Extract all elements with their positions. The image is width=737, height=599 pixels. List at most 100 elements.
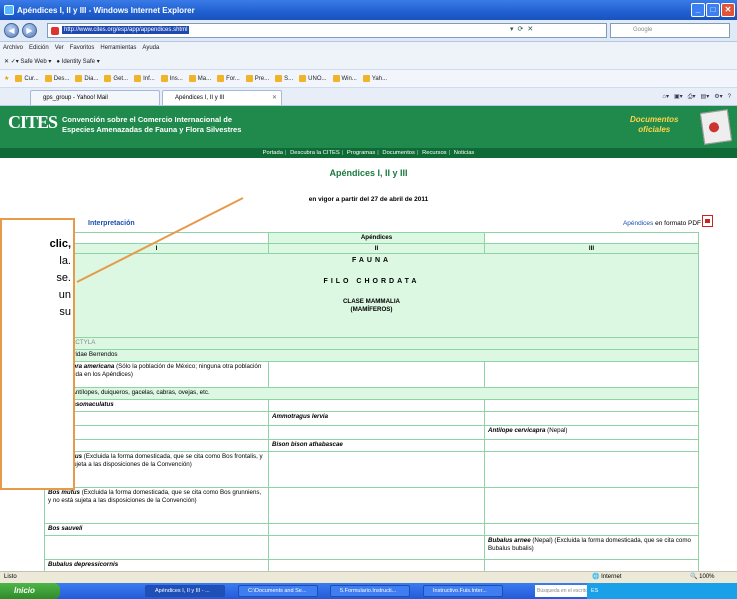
species-cell: Bubalus arnee (Nepal) (Excluida la forma… (484, 535, 699, 561)
favorites-star-icon[interactable]: ★ (4, 70, 9, 87)
family-row: Bovidae Antílopes, duiqueros, gacelas, c… (44, 387, 699, 401)
tab-bar: gps_group - Yahoo! Mail Apéndices I, II … (0, 88, 737, 106)
menu-bar: Archivo Edición Ver Favoritos Herramient… (0, 42, 737, 55)
favorite-item[interactable]: Pre... (245, 70, 269, 87)
favorite-item[interactable]: S... (275, 70, 293, 87)
site-favicon-icon (51, 27, 59, 35)
favorite-item[interactable]: Win... (332, 70, 357, 87)
interpretation-link[interactable]: Interpretación (88, 220, 135, 227)
nav-programas[interactable]: Programas (347, 150, 375, 156)
help-icon[interactable]: ? (728, 94, 731, 100)
site-navigation: Portada | Descubra la CITES | Programas | D… (0, 148, 737, 158)
species-cell: Bison bison athabascae (268, 439, 485, 453)
safeweb-button[interactable]: Safe Web (20, 59, 46, 65)
menu-archivo[interactable]: Archivo (3, 42, 23, 55)
tab-yahoo-mail[interactable]: gps_group - Yahoo! Mail (30, 90, 160, 105)
window-title: Apéndices I, II y III - Windows Internet… (17, 5, 195, 15)
appendices-pdf-link[interactable]: Apéndices (623, 220, 653, 227)
favorites-bar: ★ Cur... Des... Dia... Get... Inf... Ins… (0, 70, 737, 88)
maximize-button[interactable]: □ (706, 3, 720, 17)
taskbar-item[interactable]: Apéndices I, II y III - ... (145, 585, 225, 597)
window-titlebar: Apéndices I, II y III - Windows Internet… (0, 0, 737, 20)
pdf-link-text: Apéndices en formato PDF (622, 220, 701, 227)
stop-icon[interactable]: ✕ (527, 25, 533, 33)
favorite-item[interactable]: Inf... (134, 70, 155, 87)
cites-logo[interactable]: CITES (8, 112, 58, 140)
nav-noticias[interactable]: Noticias (454, 150, 475, 156)
official-documents-link[interactable]: Documentos oficiales (630, 115, 678, 135)
menu-favoritos[interactable]: Favoritos (70, 42, 95, 55)
favorite-item[interactable]: UNO... (299, 70, 327, 87)
home-icon[interactable]: ⌂▾ (662, 94, 669, 100)
close-button[interactable]: ✕ (721, 3, 735, 17)
col-header-iii: III (484, 242, 699, 255)
status-text: Listo (4, 574, 17, 580)
table-header: Apéndices (268, 232, 485, 244)
taskbar: Inicio Apéndices I, II y III - ... C:\Do… (0, 583, 737, 599)
refresh-icon[interactable]: ⟳ (518, 25, 524, 33)
menu-ayuda[interactable]: Ayuda (142, 42, 159, 55)
pdf-icon[interactable] (702, 215, 713, 227)
menu-ver[interactable]: Ver (55, 42, 64, 55)
favorite-item[interactable]: For... (217, 70, 240, 87)
address-bar: ◀ ▶ http://www.cites.org/esp/app/appendi… (0, 20, 737, 42)
col-header-i: I (44, 242, 269, 255)
close-tab-icon[interactable]: ✕ (272, 91, 277, 105)
menu-herramientas[interactable]: Herramientas (100, 42, 136, 55)
favorite-item[interactable]: Ins... (160, 70, 183, 87)
page-title: Apéndices I, II y III (329, 168, 408, 178)
species-cell: Bos mutus (Excluida la forma domesticada… (44, 487, 269, 525)
search-input[interactable]: Google (610, 23, 730, 38)
nav-portada[interactable]: Portada (263, 150, 283, 156)
nav-documentos[interactable]: Documentos (382, 150, 415, 156)
favorite-item[interactable]: Cur... (15, 70, 39, 87)
col-header-ii: II (268, 242, 485, 255)
tab-apendices[interactable]: Apéndices I, II y III ✕ (162, 90, 282, 105)
favorite-item[interactable]: Des... (44, 70, 69, 87)
nav-recursos[interactable]: Recursos (422, 150, 446, 156)
print-icon[interactable]: ⎙▾ (688, 94, 696, 100)
site-title: Convención sobre el Comercio Internacion… (62, 115, 242, 134)
status-bar: Listo 🌐 Internet 🔍 100% (0, 571, 737, 583)
close-toolbar-icon[interactable]: ✕ (4, 59, 11, 65)
taskbar-item[interactable]: C:\Documents and Se... (238, 585, 318, 597)
order-row: ARTIODACTYLA (44, 337, 699, 351)
command-bar: ⌂▾ ▣▾ ⎙▾ ▤▾ ⚙▾ ? (662, 88, 731, 106)
security-zone[interactable]: 🌐 Internet (592, 572, 622, 583)
site-header: CITES Convención sobre el Comercio Inter… (0, 106, 737, 148)
norton-icon: ✓▾ (10, 59, 21, 65)
tools-menu-icon[interactable]: ⚙▾ (714, 94, 722, 100)
zoom-level[interactable]: 🔍 100% (690, 572, 715, 583)
document-icon (699, 109, 733, 145)
species-cell: Ammotragus lervia (268, 411, 485, 427)
menu-edicion[interactable]: Edición (29, 42, 49, 55)
instruction-callout: clic, la. se. un su (0, 218, 75, 490)
back-button[interactable]: ◀ (4, 23, 19, 38)
species-cell: Antilope cervicapra (Nepal) (484, 425, 699, 441)
start-button[interactable]: Inicio (0, 583, 60, 599)
dropdown-icon[interactable]: ▾ (510, 25, 514, 33)
favorite-item[interactable]: Ma... (188, 70, 211, 87)
favorite-item[interactable]: Get... (104, 70, 128, 87)
minimize-button[interactable]: _ (691, 3, 705, 17)
species-cell: Antilocapra americana (Sólo la población… (44, 361, 269, 389)
favorite-item[interactable]: Yah... (362, 70, 387, 87)
feeds-icon[interactable]: ▣▾ (674, 94, 683, 100)
species-cell: Bos gaurus (Excluida la forma domesticad… (44, 451, 269, 489)
identity-safe-button[interactable]: Identity Safe (62, 59, 95, 65)
species-cell: Bubalus depressicornis (44, 559, 269, 573)
system-tray: ES (587, 583, 737, 599)
taskbar-item[interactable]: 5.Formulario.Instructi... (330, 585, 410, 597)
appendices-table: Apéndices I II III FAUNA FILO CHORDATA C… (44, 232, 699, 573)
forward-button[interactable]: ▶ (22, 23, 37, 38)
taxonomy-block: FAUNA FILO CHORDATA CLASE MAMMALIA (MAMÍ… (44, 253, 699, 339)
taskbar-item[interactable]: Instructivo.Fuis.Inter... (423, 585, 503, 597)
species-cell: Addax nasomaculatus (44, 399, 269, 413)
nav-descubra[interactable]: Descubra la CITES (290, 150, 340, 156)
ie-icon (4, 5, 14, 15)
page-menu-icon[interactable]: ▤▾ (701, 94, 710, 100)
address-tools: ▾ ⟳ ✕ (510, 25, 533, 33)
species-cell: Bos sauveli (44, 523, 269, 537)
norton-toolbar: ✕ ✓▾ Safe Web ▾ ● Identity Safe ▾ (0, 55, 737, 70)
favorite-item[interactable]: Dia... (75, 70, 98, 87)
